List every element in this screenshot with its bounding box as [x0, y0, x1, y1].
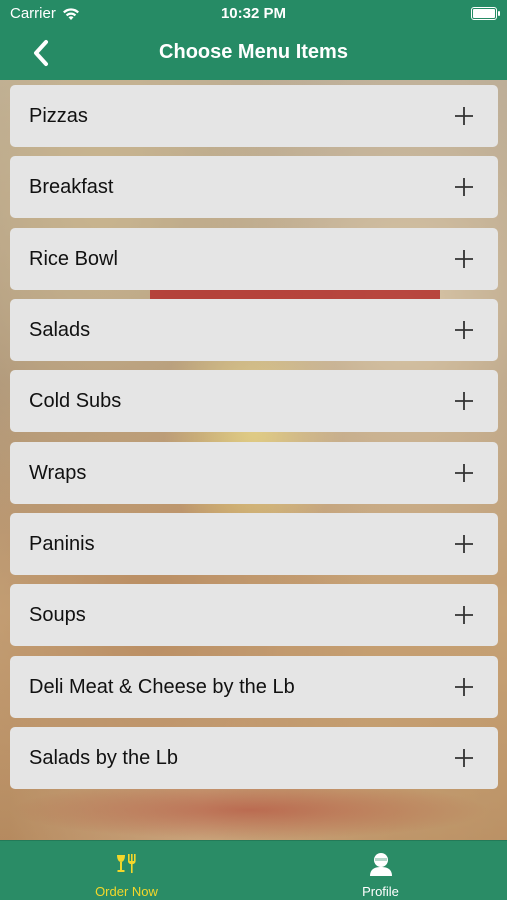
menu-item-label: Deli Meat & Cheese by the Lb [29, 675, 295, 698]
menu-item-salads[interactable]: Salads [10, 299, 498, 362]
menu-item-label: Breakfast [29, 176, 114, 199]
restaurant-icon [116, 854, 136, 873]
navigation-bar: Choose Menu Items [0, 28, 507, 80]
menu-item-salads-by-lb[interactable]: Salads by the Lb [10, 727, 498, 790]
menu-item-pizzas[interactable]: Pizzas [10, 85, 498, 147]
status-bar: Carrier 10:32 PM [0, 0, 507, 28]
tab-profile[interactable]: Profile [254, 841, 507, 900]
menu-item-label: Salads [29, 319, 91, 342]
menu-item-paninis[interactable]: Paninis [10, 513, 498, 576]
menu-category-list: Pizzas Breakfast Rice Bowl Salads Cold S… [10, 85, 498, 798]
plus-icon [455, 107, 473, 125]
menu-item-label: Cold Subs [29, 390, 122, 413]
menu-item-cold-subs[interactable]: Cold Subs [10, 370, 498, 433]
plus-icon [455, 463, 473, 482]
plus-icon [455, 392, 473, 411]
plus-icon [455, 606, 473, 625]
profile-icon [369, 853, 392, 876]
plus-icon [455, 178, 473, 197]
menu-item-label: Soups [29, 604, 86, 627]
clock: 10:32 PM [220, 5, 287, 22]
battery-icon [471, 7, 500, 20]
plus-icon [455, 677, 473, 696]
menu-item-soups[interactable]: Soups [10, 584, 498, 647]
menu-item-breakfast[interactable]: Breakfast [10, 156, 498, 219]
plus-icon [455, 249, 473, 268]
menu-item-wraps[interactable]: Wraps [10, 441, 498, 504]
menu-item-label: Pizzas [29, 105, 88, 127]
menu-item-label: Wraps [29, 461, 87, 484]
page-title: Choose Menu Items [159, 41, 348, 63]
menu-item-deli-meat-cheese[interactable]: Deli Meat & Cheese by the Lb [10, 655, 498, 718]
tab-label: Profile [362, 884, 399, 899]
plus-icon [455, 321, 473, 340]
menu-item-label: Salads by the Lb [29, 747, 178, 770]
menu-item-label: Rice Bowl [29, 247, 118, 270]
tab-label: Order Now [95, 884, 158, 899]
tab-bar: Order Now Profile [0, 840, 507, 900]
menu-item-rice-bowl[interactable]: Rice Bowl [10, 227, 498, 290]
menu-content: Pizzas Breakfast Rice Bowl Salads Cold S… [0, 80, 507, 840]
tab-order-now[interactable]: Order Now [0, 841, 253, 900]
plus-icon [455, 535, 473, 554]
plus-icon [455, 749, 473, 768]
menu-item-label: Paninis [29, 533, 95, 556]
